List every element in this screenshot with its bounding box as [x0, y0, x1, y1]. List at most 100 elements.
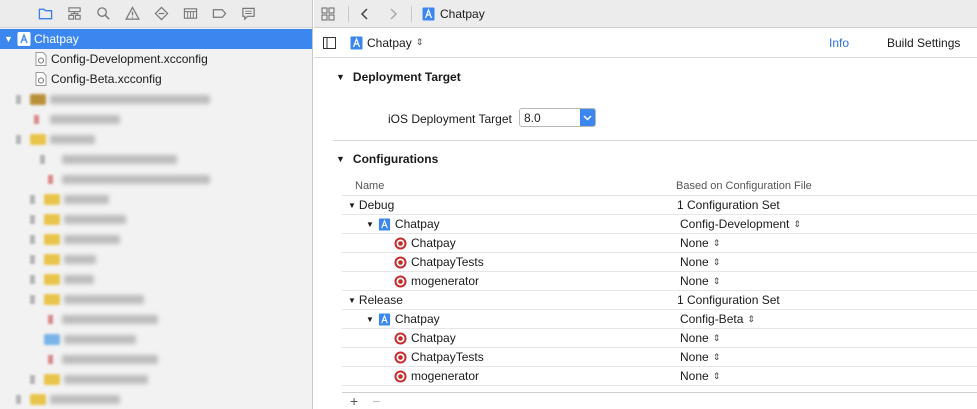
disclosure-triangle-icon[interactable]: ▼: [366, 315, 374, 324]
remove-button[interactable]: −: [372, 393, 380, 409]
obscured-row: [0, 169, 312, 189]
navigator-project-row[interactable]: ▼ Chatpay: [0, 29, 312, 49]
configuration-row[interactable]: ▼ Debug 1 Configuration Set: [342, 196, 977, 215]
add-button[interactable]: +: [350, 393, 358, 409]
config-file-value: Config-Beta: [680, 312, 744, 326]
deployment-target-section-header[interactable]: ▼ Deployment Target: [336, 70, 461, 84]
target-icon: [394, 237, 407, 249]
config-file-value: None: [680, 255, 709, 269]
sidebar-toggle-icon[interactable]: [323, 37, 336, 49]
project-name: Chatpay: [394, 217, 440, 231]
project-config-row[interactable]: ▼ Chatpay Config-Beta ⇕: [342, 310, 977, 329]
obscured-row: [0, 349, 312, 369]
config-file-popup[interactable]: None ⇕: [680, 274, 720, 288]
updown-chevron-icon: ⇕: [712, 332, 721, 343]
deployment-target-select[interactable]: 8.0: [519, 108, 596, 127]
config-file-value: None: [680, 369, 709, 383]
disclosure-triangle-icon[interactable]: ▼: [366, 220, 374, 229]
tag-icon[interactable]: [211, 6, 227, 22]
config-file-value: Config-Development: [680, 217, 790, 231]
xcconfig-file-icon: [35, 52, 47, 66]
column-header-based-on[interactable]: Based on Configuration File: [676, 180, 812, 192]
config-file-value: None: [680, 236, 709, 250]
disclosure-triangle-icon[interactable]: ▼: [336, 72, 345, 82]
target-selector[interactable]: Chatpay ⇕: [350, 36, 423, 50]
column-header-name[interactable]: Name: [355, 180, 384, 192]
warning-icon[interactable]: [124, 6, 140, 22]
section-title: Configurations: [352, 152, 439, 166]
folder-icon[interactable]: [37, 6, 53, 22]
tab-info[interactable]: Info: [829, 36, 849, 50]
navigator-file-row[interactable]: Config-Development.xcconfig: [0, 49, 312, 69]
navigator-project-label: Chatpay: [34, 32, 79, 46]
config-file-popup[interactable]: None ⇕: [680, 369, 720, 383]
config-file-popup[interactable]: None ⇕: [680, 255, 720, 269]
config-file-value: None: [680, 274, 709, 288]
tab-build-settings[interactable]: Build Settings: [887, 36, 960, 50]
search-icon[interactable]: [95, 6, 111, 22]
table-bottom-bar: + −: [342, 392, 977, 409]
target-config-row[interactable]: ChatpayTests None ⇕: [342, 253, 977, 272]
configurations-rows: ▼ Debug 1 Configuration Set ▼ Chatpay Config-…: [342, 196, 977, 386]
target-icon: [394, 275, 407, 287]
target-selector-label: Chatpay: [367, 35, 412, 50]
back-arrow-icon[interactable]: [355, 0, 375, 28]
log-icon[interactable]: [240, 6, 256, 22]
target-config-row[interactable]: mogenerator None ⇕: [342, 272, 977, 291]
updown-chevron-icon: ⇕: [747, 313, 755, 324]
navigator-toolbar: [0, 0, 312, 28]
obscured-row: [0, 269, 312, 289]
obscured-row: [0, 229, 312, 249]
navigator-file-label: Config-Beta.xcconfig: [51, 72, 162, 86]
config-file-popup[interactable]: Config-Development ⇕: [680, 217, 801, 231]
config-file-popup[interactable]: None ⇕: [680, 331, 720, 345]
obscured-row: [0, 89, 312, 109]
disclosure-triangle-icon[interactable]: ▼: [348, 296, 356, 305]
project-icon: [378, 312, 390, 326]
updown-chevron-icon: ⇕: [793, 218, 801, 229]
target-name: mogenerator: [411, 369, 480, 383]
updown-chevron-icon: ⇕: [415, 37, 424, 47]
disclosure-triangle-icon[interactable]: ▼: [336, 154, 345, 164]
navigator-file-label: Config-Development.xcconfig: [51, 52, 208, 66]
breadcrumb[interactable]: Chatpay: [422, 7, 485, 21]
target-config-row[interactable]: Chatpay None ⇕: [342, 329, 977, 348]
disclosure-triangle-icon[interactable]: ▼: [348, 201, 356, 210]
configuration-row[interactable]: ▼ Release 1 Configuration Set: [342, 291, 977, 310]
navigator-file-row[interactable]: Config-Beta.xcconfig: [0, 69, 312, 89]
breakpoint-list-icon[interactable]: [182, 6, 198, 22]
forward-arrow-icon[interactable]: [381, 0, 405, 28]
project-name: Chatpay: [394, 312, 440, 326]
updown-chevron-icon: ⇕: [712, 351, 721, 362]
chevron-down-icon[interactable]: [580, 109, 595, 126]
target-config-row[interactable]: Chatpay None ⇕: [342, 234, 977, 253]
target-config-row[interactable]: ChatpayTests None ⇕: [342, 348, 977, 367]
breadcrumb-project-label: Chatpay: [440, 6, 485, 21]
deployment-target-value: 8.0: [524, 110, 541, 125]
obscured-row: [0, 309, 312, 329]
project-config-row[interactable]: ▼ Chatpay Config-Development ⇕: [342, 215, 977, 234]
related-items-icon[interactable]: [314, 0, 342, 28]
config-file-value: None: [680, 350, 709, 364]
test-icon[interactable]: [153, 6, 169, 22]
target-config-row[interactable]: mogenerator None ⇕: [342, 367, 977, 386]
disclosure-triangle-icon[interactable]: ▼: [4, 34, 14, 44]
project-icon: [350, 36, 363, 49]
obscured-row: [0, 129, 312, 149]
configurations-section-header[interactable]: ▼ Configurations: [336, 152, 438, 166]
obscured-row: [0, 289, 312, 309]
project-navigator: ▼ Chatpay Config-Development.xcconfig Co…: [0, 0, 313, 409]
updown-chevron-icon: ⇕: [712, 237, 721, 248]
config-file-popup[interactable]: None ⇕: [680, 236, 720, 250]
target-bar: Chatpay ⇕ Info Build Settings: [314, 28, 977, 58]
config-file-popup[interactable]: None ⇕: [680, 350, 720, 364]
divider: [411, 5, 412, 22]
target-icon: [394, 351, 407, 363]
obscured-row: [0, 109, 312, 129]
editor-area: Chatpay Chatpay ⇕ Info Build Settings ▼ …: [314, 0, 977, 409]
obscured-row: [0, 329, 312, 349]
table-header: Name Based on Configuration File: [342, 176, 977, 196]
config-file-popup[interactable]: Config-Beta ⇕: [680, 312, 755, 326]
hierarchy-icon[interactable]: [66, 6, 82, 22]
project-icon: [422, 7, 435, 20]
